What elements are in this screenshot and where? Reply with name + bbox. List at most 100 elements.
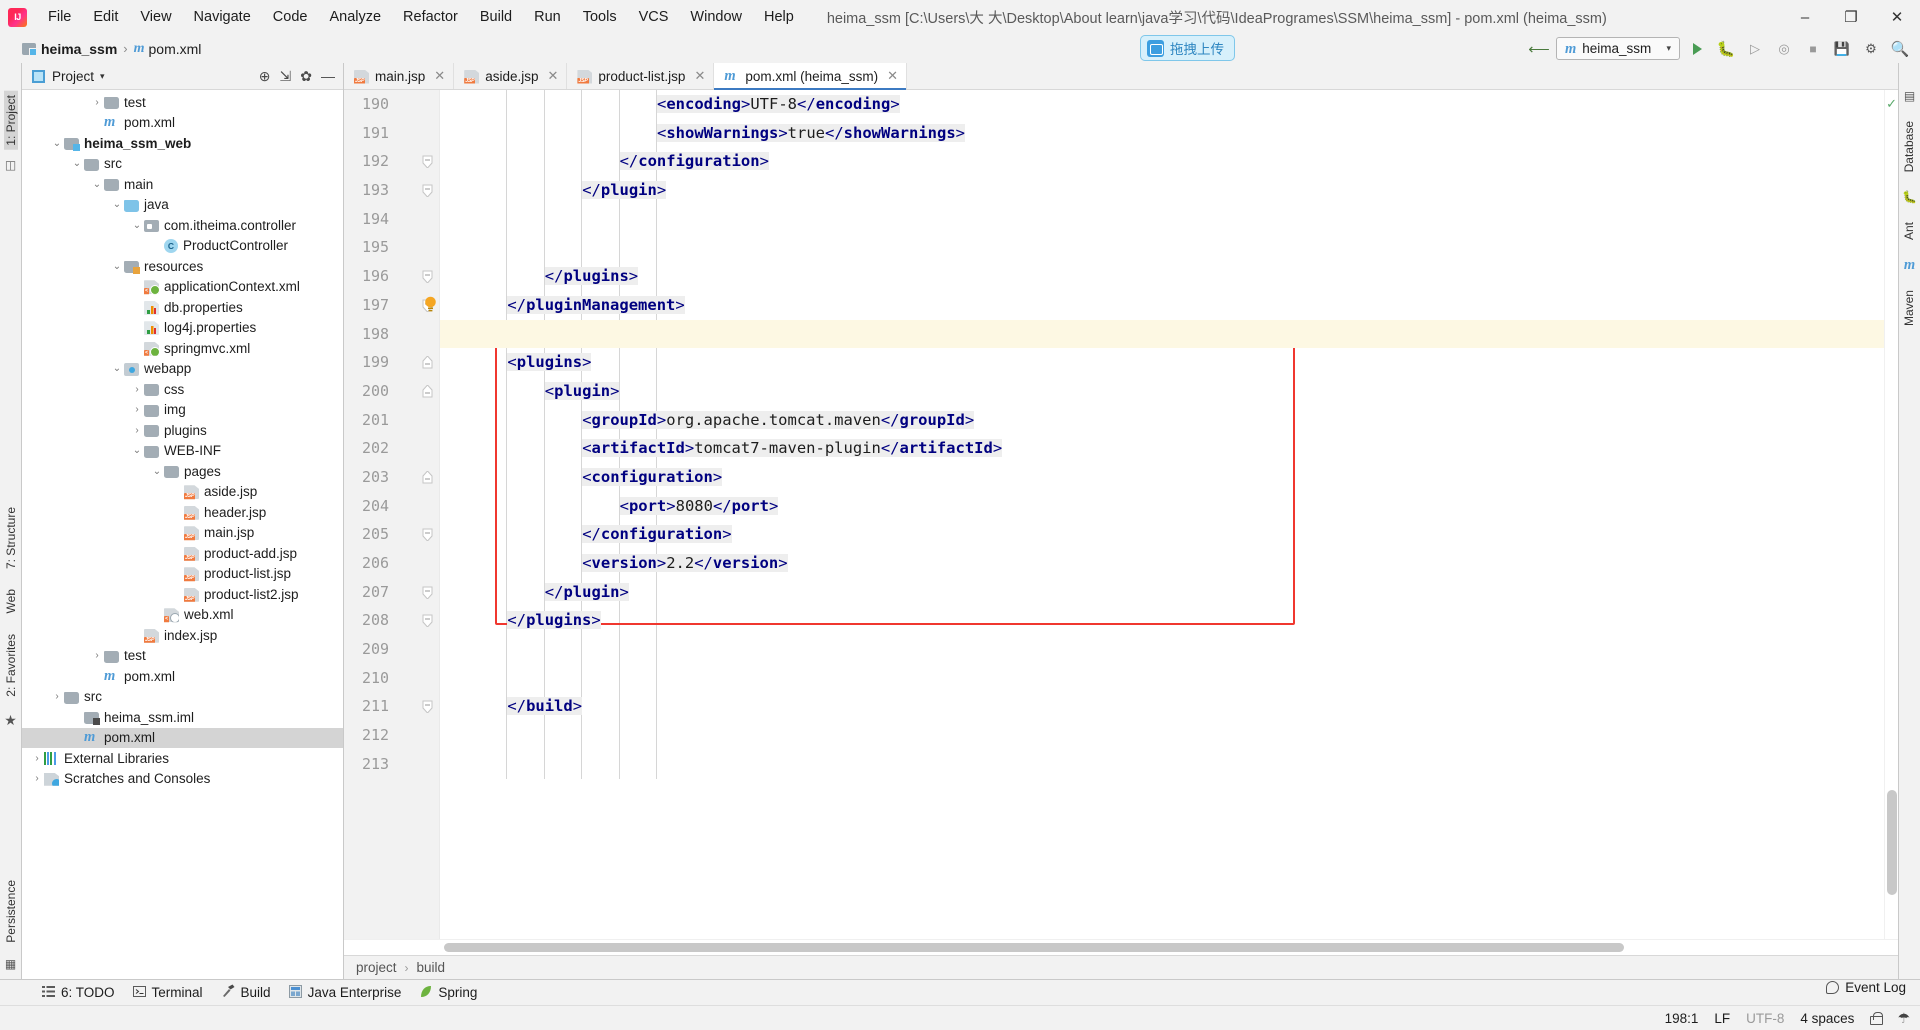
tree-node-scratches-and-consoles[interactable]: › Scratches and Consoles bbox=[22, 769, 343, 790]
tree-node-test[interactable]: › test bbox=[22, 646, 343, 667]
menu-tools[interactable]: Tools bbox=[572, 5, 628, 29]
fold-end-icon[interactable] bbox=[422, 528, 433, 542]
code-line[interactable]: </plugin> bbox=[440, 176, 1884, 205]
hector-icon[interactable]: ☂ bbox=[1897, 1010, 1910, 1027]
menu-edit[interactable]: Edit bbox=[82, 5, 129, 29]
chevron-down-icon[interactable]: · bbox=[170, 507, 184, 518]
chevron-down-icon[interactable]: ▾ bbox=[100, 71, 105, 82]
tree-node-product-list-jsp[interactable]: ·JSP product-list.jsp bbox=[22, 564, 343, 585]
code-line[interactable]: </configuration> bbox=[440, 520, 1884, 549]
fold-start-icon[interactable] bbox=[422, 384, 433, 398]
fold-end-icon[interactable] bbox=[422, 586, 433, 599]
tool-tab-structure[interactable]: 7: Structure bbox=[4, 503, 18, 573]
tree-node-main-jsp[interactable]: ·JSP main.jsp bbox=[22, 523, 343, 544]
fold-end-icon[interactable] bbox=[422, 184, 433, 198]
code-line[interactable]: <encoding>UTF-8</encoding> bbox=[440, 90, 1884, 119]
debug-button[interactable]: 🐛 bbox=[1714, 37, 1738, 60]
chevron-right-icon[interactable]: › bbox=[130, 384, 144, 395]
editor-tab-main-jsp[interactable]: JSP main.jsp ✕ bbox=[344, 63, 455, 89]
chevron-down-icon[interactable]: ⌄ bbox=[110, 363, 124, 374]
persistence-icon[interactable]: ▦ bbox=[5, 957, 16, 971]
project-tree[interactable]: ›test·mpom.xml⌄heima_ssm_web⌄src⌄main⌄ja… bbox=[22, 90, 343, 979]
file-encoding[interactable]: UTF-8 bbox=[1746, 1011, 1784, 1026]
run-configuration-selector[interactable]: m heima_ssm ▾ bbox=[1556, 37, 1680, 60]
menu-help[interactable]: Help bbox=[753, 5, 805, 29]
fold-end-icon[interactable] bbox=[422, 700, 433, 714]
code-line[interactable]: <showWarnings>true</showWarnings> bbox=[440, 119, 1884, 148]
database-small-icon[interactable]: ▤ bbox=[1904, 89, 1915, 103]
code-line[interactable]: </build> bbox=[440, 692, 1884, 721]
chevron-right-icon[interactable]: › bbox=[90, 650, 104, 661]
chevron-down-icon[interactable]: · bbox=[130, 630, 144, 641]
lock-icon[interactable] bbox=[1870, 1011, 1884, 1025]
editor-horizontal-scroll-area[interactable] bbox=[344, 939, 1898, 955]
favorites-star-icon[interactable]: ★ bbox=[4, 712, 17, 729]
tool-tab-ant[interactable]: Ant bbox=[1902, 218, 1916, 244]
code-line[interactable]: </plugins> bbox=[440, 262, 1884, 291]
close-icon[interactable]: ✕ bbox=[887, 68, 898, 84]
tree-node-heima-ssm-web[interactable]: ⌄ heima_ssm_web bbox=[22, 133, 343, 154]
code-line[interactable]: <groupId>org.apache.tomcat.maven</groupI… bbox=[440, 406, 1884, 435]
tree-node-pages[interactable]: ⌄ pages bbox=[22, 461, 343, 482]
tool-tab-database[interactable]: Database bbox=[1902, 117, 1916, 176]
code-line[interactable]: </pluginManagement> bbox=[440, 291, 1884, 320]
chevron-right-icon[interactable]: › bbox=[130, 425, 144, 436]
code-line[interactable] bbox=[440, 721, 1884, 750]
code-line[interactable]: <artifactId>tomcat7-maven-plugin</artifa… bbox=[440, 434, 1884, 463]
editor-breadcrumb-project[interactable]: project bbox=[356, 960, 397, 975]
tool-window-button-build[interactable]: Build bbox=[221, 984, 271, 1001]
drag-upload-chip[interactable]: 拖拽上传 bbox=[1140, 35, 1235, 61]
chevron-right-icon[interactable]: › bbox=[30, 753, 44, 764]
chevron-down-icon[interactable]: · bbox=[130, 302, 144, 313]
tree-node-web-inf[interactable]: ⌄ WEB-INF bbox=[22, 441, 343, 462]
settings-button[interactable]: ⚙ bbox=[1859, 37, 1883, 60]
tree-node-main[interactable]: ⌄ main bbox=[22, 174, 343, 195]
update-button[interactable]: 💾 bbox=[1830, 37, 1854, 60]
code-line[interactable]: <port>8080</port> bbox=[440, 492, 1884, 521]
breadcrumb-file[interactable]: pom.xml bbox=[149, 41, 202, 57]
tool-tab-maven[interactable]: Maven bbox=[1902, 286, 1916, 330]
code-line[interactable]: </configuration> bbox=[440, 147, 1884, 176]
menu-file[interactable]: File bbox=[37, 5, 82, 29]
stop-button[interactable]: ■ bbox=[1801, 37, 1825, 60]
minimize-button[interactable]: – bbox=[1782, 0, 1828, 34]
code-line[interactable]: </plugins> bbox=[440, 606, 1884, 635]
tool-tab-persistence[interactable]: Persistence bbox=[4, 876, 18, 947]
code-line[interactable]: <plugins> bbox=[440, 348, 1884, 377]
tree-node-test[interactable]: › test bbox=[22, 92, 343, 113]
editor-marker-bar[interactable]: ✓ bbox=[1884, 90, 1898, 939]
tree-node-img[interactable]: › img bbox=[22, 400, 343, 421]
tree-node-index-jsp[interactable]: ·JSP index.jsp bbox=[22, 625, 343, 646]
editor-tab-product-list-jsp[interactable]: JSP product-list.jsp ✕ bbox=[567, 63, 715, 89]
tree-node-productcontroller[interactable]: ·C ProductController bbox=[22, 236, 343, 257]
menu-view[interactable]: View bbox=[129, 5, 182, 29]
chevron-down-icon[interactable]: · bbox=[170, 589, 184, 600]
code-line[interactable] bbox=[440, 205, 1884, 234]
chevron-right-icon[interactable]: › bbox=[30, 773, 44, 784]
gear-icon[interactable]: ✿ bbox=[300, 69, 312, 83]
tree-node-applicationcontext-xml[interactable]: ·< applicationContext.xml bbox=[22, 277, 343, 298]
code-line[interactable] bbox=[440, 635, 1884, 664]
select-opened-file-icon[interactable]: ⊕ bbox=[259, 69, 271, 83]
caret-position[interactable]: 198:1 bbox=[1665, 1011, 1699, 1026]
tree-node-header-jsp[interactable]: ·JSP header.jsp bbox=[22, 502, 343, 523]
close-button[interactable]: ✕ bbox=[1874, 0, 1920, 34]
chevron-down-icon[interactable]: · bbox=[70, 732, 84, 743]
maximize-button[interactable]: ❐ bbox=[1828, 0, 1874, 34]
tree-node-db-properties[interactable]: · db.properties bbox=[22, 297, 343, 318]
tool-window-button-terminal[interactable]: Terminal bbox=[132, 985, 203, 1001]
close-icon[interactable]: ✕ bbox=[694, 68, 705, 84]
run-with-coverage-button[interactable]: ▷ bbox=[1743, 37, 1767, 60]
tree-node-aside-jsp[interactable]: ·JSP aside.jsp bbox=[22, 482, 343, 503]
chevron-down-icon[interactable]: ⌄ bbox=[130, 220, 144, 231]
chevron-down-icon[interactable]: · bbox=[170, 548, 184, 559]
menu-analyze[interactable]: Analyze bbox=[318, 5, 392, 29]
editor-tab-pom-xml[interactable]: m pom.xml (heima_ssm) ✕ bbox=[714, 63, 908, 90]
menu-window[interactable]: Window bbox=[679, 5, 753, 29]
tree-node-resources[interactable]: ⌄ resources bbox=[22, 256, 343, 277]
chevron-down-icon[interactable]: ⌄ bbox=[110, 261, 124, 272]
tree-node-heima-ssm-iml[interactable]: · heima_ssm.iml bbox=[22, 707, 343, 728]
tree-node-src[interactable]: › src bbox=[22, 687, 343, 708]
chevron-down-icon[interactable]: ⌄ bbox=[130, 445, 144, 456]
code-line[interactable]: <plugin> bbox=[440, 377, 1884, 406]
